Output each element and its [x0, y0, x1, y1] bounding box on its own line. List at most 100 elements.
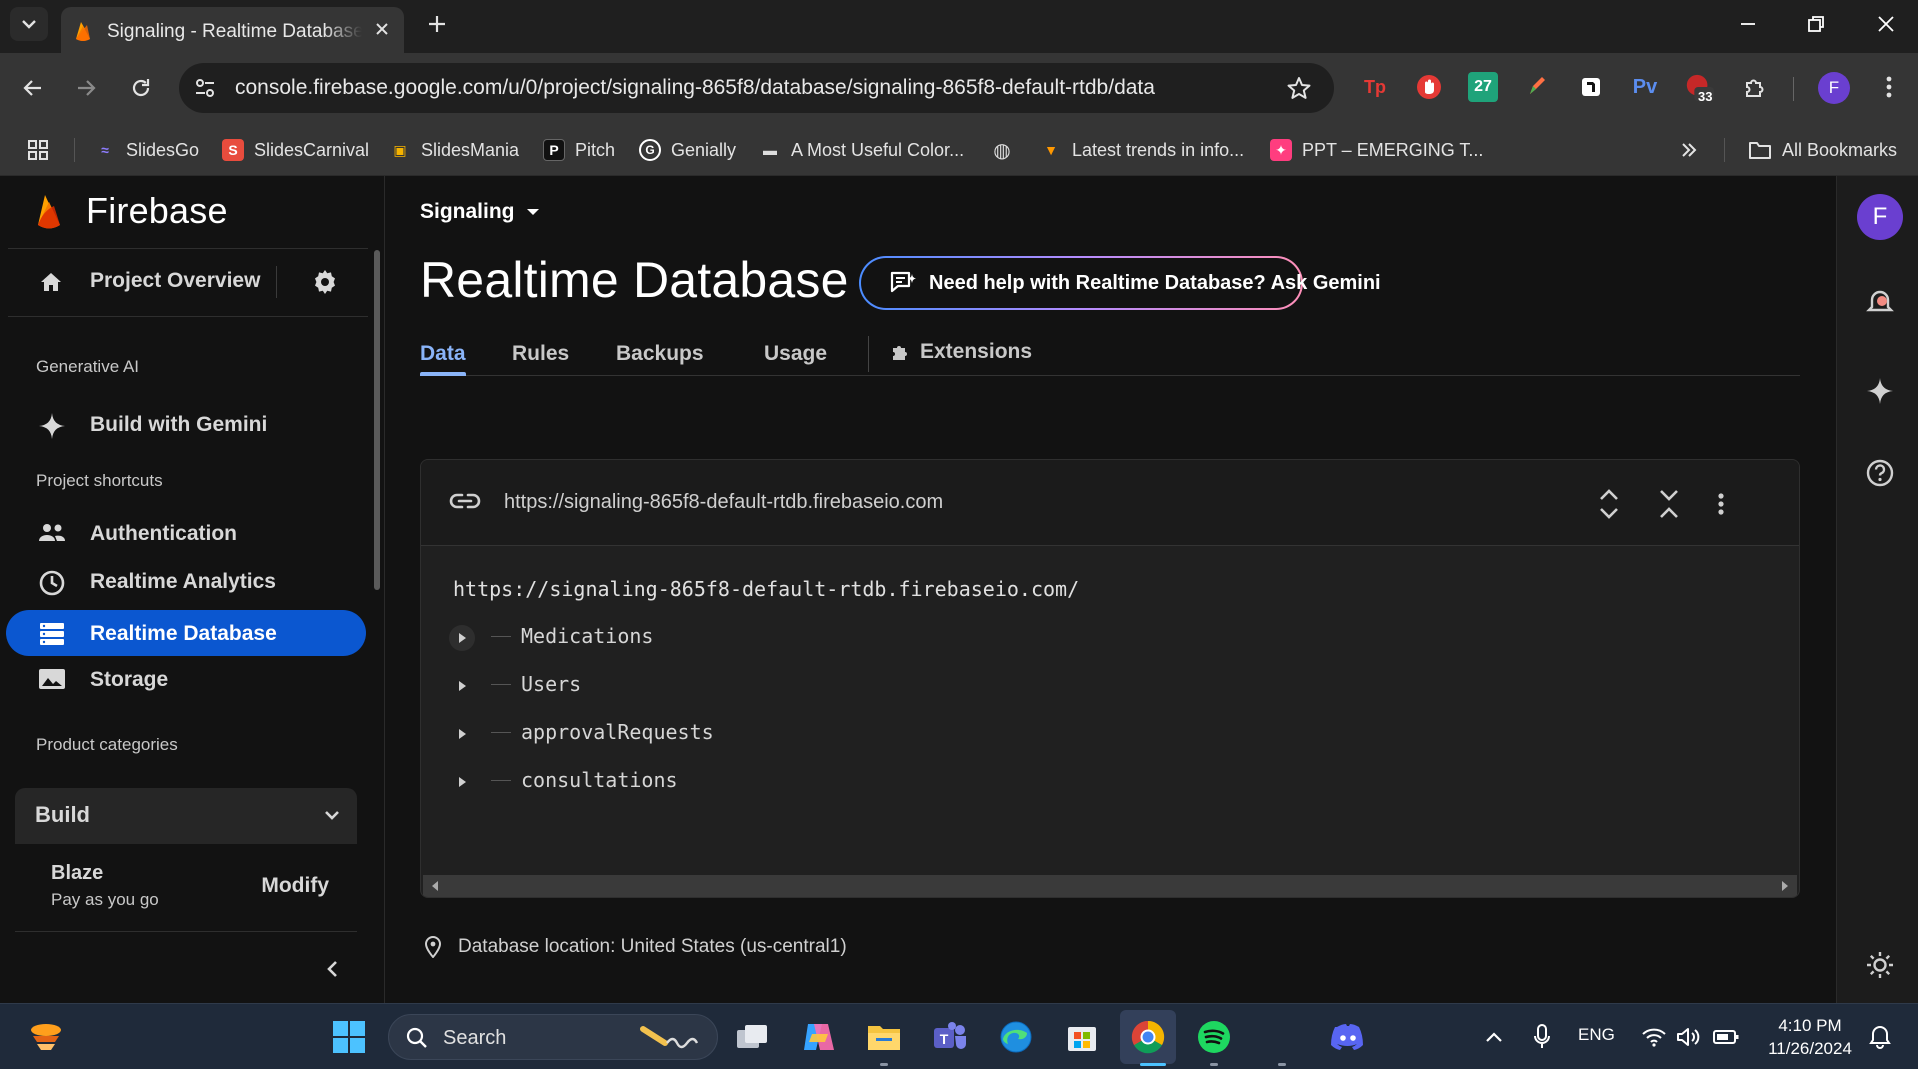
- sidebar-item-realtime-database[interactable]: Realtime Database: [6, 610, 366, 656]
- browser-tab-active[interactable]: Signaling - Realtime Database: [61, 7, 404, 53]
- notifications-bell-icon[interactable]: [1865, 288, 1895, 318]
- modify-plan-button[interactable]: Modify: [261, 874, 329, 898]
- forward-arrow-icon[interactable]: [73, 75, 99, 101]
- gemini-spark-icon[interactable]: [1865, 376, 1895, 406]
- taskbar-search-box[interactable]: Search: [388, 1014, 718, 1060]
- project-name: Signaling: [420, 200, 515, 223]
- tree-connector: [491, 732, 511, 733]
- active-tab-indicator: [420, 372, 466, 376]
- expand-triangle-icon[interactable]: [449, 625, 475, 651]
- task-view-icon[interactable]: [734, 1019, 770, 1055]
- adblock-extension-icon[interactable]: [1414, 72, 1444, 102]
- notion-extension-icon[interactable]: [1576, 72, 1606, 102]
- restore-icon[interactable]: [1804, 12, 1828, 36]
- bookmark-trends[interactable]: ▼ Latest trends in info...: [1040, 137, 1244, 163]
- apps-grid-icon[interactable]: [26, 138, 50, 162]
- sidebar-item-authentication[interactable]: Authentication: [6, 510, 366, 556]
- tray-chevron-up-icon[interactable]: [1476, 1019, 1512, 1055]
- scroll-right-arrow-icon[interactable]: [1781, 881, 1789, 891]
- extensions-puzzle-icon[interactable]: [1740, 72, 1770, 102]
- more-options-kebab-icon[interactable]: [1717, 487, 1725, 521]
- profile-avatar[interactable]: F: [1818, 72, 1850, 104]
- expand-all-icon[interactable]: [1597, 487, 1621, 521]
- project-selector[interactable]: Signaling: [420, 200, 541, 224]
- window-close-icon[interactable]: [1874, 12, 1898, 36]
- system-clock[interactable]: 4:10 PM 11/26/2024: [1760, 1014, 1860, 1060]
- bookmark-genially[interactable]: G Genially: [639, 137, 736, 163]
- file-explorer-icon[interactable]: [866, 1019, 902, 1055]
- calendar-27-extension-icon[interactable]: 27: [1468, 72, 1498, 102]
- bookmark-globe[interactable]: ◍: [991, 137, 1013, 163]
- theme-brightness-icon[interactable]: [1865, 950, 1895, 980]
- browser-menu-kebab-icon[interactable]: [1874, 72, 1904, 102]
- pv-extension-icon[interactable]: Pv: [1630, 72, 1660, 102]
- collapse-all-icon[interactable]: [1657, 487, 1681, 521]
- tab-extensions[interactable]: Extensions: [890, 340, 1032, 364]
- more-bookmarks-chevron-icon[interactable]: [1678, 139, 1700, 161]
- bookmark-pitch[interactable]: P Pitch: [543, 137, 615, 163]
- battery-icon[interactable]: [1708, 1019, 1744, 1055]
- microphone-icon[interactable]: [1524, 1019, 1560, 1055]
- tab-backups[interactable]: Backups: [616, 342, 704, 366]
- all-bookmarks-button[interactable]: All Bookmarks: [1748, 137, 1897, 163]
- ask-gemini-button[interactable]: Need help with Realtime Database? Ask Ge…: [859, 256, 1381, 310]
- database-tabs: Data Rules Backups Usage Extensions: [420, 326, 1800, 376]
- edge-browser-icon[interactable]: [998, 1019, 1034, 1055]
- chrome-browser-icon[interactable]: [1130, 1019, 1166, 1055]
- running-indicator: [880, 1063, 888, 1066]
- expand-triangle-icon[interactable]: [449, 721, 475, 747]
- help-icon[interactable]: [1865, 458, 1895, 488]
- site-settings-icon[interactable]: [193, 76, 217, 100]
- firebase-sidebar: Firebase Project Overview Generative AI …: [0, 176, 385, 1003]
- firebase-logo[interactable]: Firebase: [34, 190, 228, 232]
- firebase-favicon-icon: [73, 20, 93, 42]
- tab-rules[interactable]: Rules: [512, 342, 569, 366]
- wifi-icon[interactable]: [1636, 1019, 1672, 1055]
- bookmark-slidesgo[interactable]: ≈ SlidesGo: [94, 137, 199, 163]
- reload-icon[interactable]: [128, 75, 154, 101]
- account-avatar[interactable]: F: [1857, 194, 1903, 240]
- settings-gear-icon[interactable]: [311, 268, 339, 296]
- copilot-icon[interactable]: [800, 1019, 836, 1055]
- bookmark-slidesmania[interactable]: ▣ SlidesMania: [389, 137, 519, 163]
- build-category-expander[interactable]: Build: [15, 788, 357, 844]
- spotify-icon[interactable]: [1196, 1019, 1232, 1055]
- tab-usage[interactable]: Usage: [764, 342, 827, 366]
- new-tab-plus-icon[interactable]: [424, 11, 450, 37]
- tab-search-button[interactable]: [10, 7, 48, 41]
- volume-icon[interactable]: [1670, 1019, 1706, 1055]
- close-tab-icon[interactable]: [372, 19, 392, 39]
- minimize-icon[interactable]: [1736, 12, 1760, 36]
- sidebar-scrollbar[interactable]: [374, 250, 380, 590]
- bookmark-star-icon[interactable]: [1286, 75, 1312, 101]
- sidebar-item-storage[interactable]: Storage: [6, 656, 366, 702]
- scroll-left-arrow-icon[interactable]: [431, 881, 439, 891]
- notification-bell-icon[interactable]: [1862, 1019, 1898, 1055]
- tab-data[interactable]: Data: [420, 342, 466, 366]
- sidebar-item-build-with-gemini[interactable]: Build with Gemini: [6, 401, 366, 447]
- bookmark-color[interactable]: ▬ A Most Useful Color...: [759, 137, 964, 163]
- collapse-sidebar-chevron-icon[interactable]: [322, 958, 344, 980]
- node-key: Users: [521, 672, 582, 696]
- tree-root-url[interactable]: https://signaling-865f8-default-rtdb.fir…: [453, 577, 1079, 601]
- taskbar-widget-icon[interactable]: [28, 1019, 64, 1055]
- slidesgo-icon: ≈: [101, 142, 109, 158]
- tp-extension-icon[interactable]: Tp: [1360, 72, 1390, 102]
- address-bar[interactable]: console.firebase.google.com/u/0/project/…: [179, 63, 1334, 113]
- discord-icon[interactable]: [1330, 1019, 1366, 1055]
- language-indicator[interactable]: ENG: [1578, 1025, 1615, 1045]
- pen-extension-icon[interactable]: [1522, 72, 1552, 102]
- back-arrow-icon[interactable]: [20, 75, 46, 101]
- windows-start-icon[interactable]: [331, 1019, 367, 1055]
- horizontal-scrollbar[interactable]: [423, 875, 1797, 897]
- expand-triangle-icon[interactable]: [449, 673, 475, 699]
- bookmark-ppt[interactable]: ✦ PPT – EMERGING T...: [1270, 137, 1483, 163]
- microsoft-store-icon[interactable]: [1064, 1019, 1100, 1055]
- expand-triangle-icon[interactable]: [449, 769, 475, 795]
- bookmark-slidescarnival[interactable]: S SlidesCarnival: [222, 137, 369, 163]
- project-overview-item[interactable]: Project Overview: [8, 256, 368, 308]
- clock-time: 4:10 PM: [1778, 1016, 1842, 1035]
- sidebar-item-realtime-analytics[interactable]: Realtime Analytics: [6, 558, 366, 604]
- database-url[interactable]: https://signaling-865f8-default-rtdb.fir…: [504, 491, 943, 514]
- teams-icon[interactable]: T: [932, 1019, 968, 1055]
